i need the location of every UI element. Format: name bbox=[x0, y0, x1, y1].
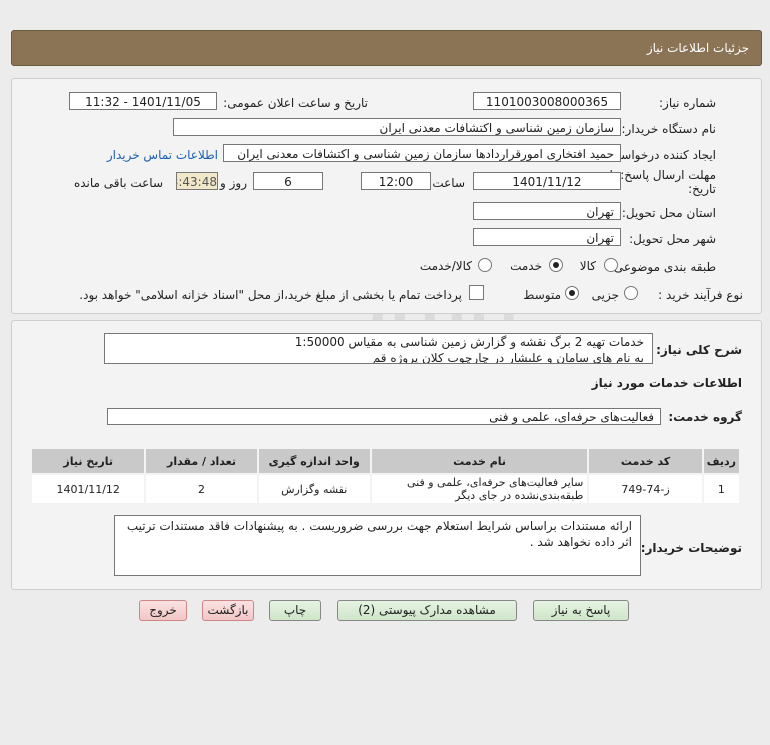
remaining-label: ساعت باقی مانده bbox=[73, 176, 163, 190]
category-radio-goods[interactable] bbox=[604, 258, 618, 272]
attachments-button[interactable]: مشاهده مدارک پیوستی (2) bbox=[337, 600, 517, 621]
back-button[interactable]: بازگشت bbox=[202, 600, 254, 621]
col-service-code: کد خدمت bbox=[587, 447, 704, 475]
cell-need-date: 1401/11/12 bbox=[29, 473, 147, 505]
treasury-checkbox[interactable] bbox=[469, 285, 484, 300]
time-label: ساعت bbox=[432, 176, 465, 190]
col-need-date: تاریخ نیاز bbox=[29, 447, 147, 475]
announce-label: تاریخ و ساعت اعلان عمومی: bbox=[223, 96, 368, 110]
payment-note: پرداخت تمام یا بخشی از مبلغ خرید،از محل … bbox=[79, 288, 462, 302]
col-row: ردیف bbox=[701, 447, 742, 475]
city-label: شهر محل تحویل: bbox=[629, 232, 716, 246]
cell-service-code: ز-74-749 bbox=[587, 473, 704, 505]
summary-text: خدمات تهیه 2 برگ نقشه و گزارش زمین شناسی… bbox=[104, 333, 653, 364]
col-unit: واحد اندازه گیری bbox=[256, 447, 372, 475]
services-info-heading: اطلاعات خدمات مورد نیاز bbox=[591, 376, 742, 390]
table-row: 1 ز-74-749 سایر فعالیت‌های حرفه‌ای، علمی… bbox=[29, 473, 742, 505]
col-quantity: تعداد / مقدار bbox=[144, 447, 259, 475]
process-radio-medium[interactable] bbox=[565, 286, 579, 300]
remaining-timer: 23:43:48 bbox=[176, 172, 218, 190]
cell-row: 1 bbox=[701, 473, 742, 505]
need-info-panel bbox=[11, 78, 762, 314]
buyer-field: سازمان زمین شناسی و اکتشافات معدنی ایران bbox=[173, 118, 621, 136]
province-label: استان محل تحویل: bbox=[621, 206, 716, 220]
category-label: طبقه بندی موضوعی: bbox=[609, 260, 716, 274]
cell-service-name: سایر فعالیت‌های حرفه‌ای، علمی و فنی طبقه… bbox=[369, 473, 590, 505]
print-button[interactable]: چاپ bbox=[269, 600, 321, 621]
category-option-service: خدمت bbox=[510, 259, 542, 273]
contact-buyer-link[interactable]: اطلاعات تماس خریدار bbox=[107, 148, 218, 162]
buyer-notes-text: ارائه مستندات براساس شرایط استعلام جهت ب… bbox=[114, 515, 641, 576]
summary-line-2: به نام های سامان و علیشار در چارچوب کلان… bbox=[372, 351, 644, 364]
page-title: جزئیات اطلاعات نیاز bbox=[646, 41, 749, 55]
services-table: ردیف کد خدمت نام خدمت واحد اندازه گیری ت… bbox=[29, 447, 742, 505]
table-header-row: ردیف کد خدمت نام خدمت واحد اندازه گیری ت… bbox=[29, 447, 742, 475]
process-option-minor: جزیی bbox=[591, 288, 619, 302]
deadline-date-field: 1401/11/12 bbox=[473, 172, 621, 190]
category-radio-service[interactable] bbox=[549, 258, 563, 272]
days-field: 6 bbox=[253, 172, 323, 190]
category-option-goods: کالا bbox=[579, 259, 596, 273]
summary-line-1: خدمات تهیه 2 برگ نقشه و گزارش زمین شناسی… bbox=[294, 335, 644, 349]
days-label: روز و bbox=[220, 176, 247, 190]
page-header: جزئیات اطلاعات نیاز bbox=[11, 30, 762, 66]
creator-field: حمید افتخاری امورقراردادها سازمان زمین ش… bbox=[223, 144, 621, 162]
service-group-field: فعالیت‌های حرفه‌ای، علمی و فنی bbox=[107, 408, 661, 425]
deadline-time-field: 12:00 bbox=[361, 172, 431, 190]
buyer-notes-label: توضیحات خریدار: bbox=[640, 541, 742, 555]
creator-label: ایجاد کننده درخواست: bbox=[605, 148, 716, 162]
announce-field: 1401/11/05 - 11:32 bbox=[69, 92, 217, 110]
deadline-label-date: تاریخ: bbox=[688, 182, 716, 196]
category-radio-goods-service[interactable] bbox=[478, 258, 492, 272]
cell-unit: نقشه وگزارش bbox=[256, 473, 372, 505]
cell-quantity: 2 bbox=[144, 473, 259, 505]
process-radio-minor[interactable] bbox=[624, 286, 638, 300]
process-option-medium: متوسط bbox=[523, 288, 561, 302]
reply-button[interactable]: پاسخ به نیاز bbox=[533, 600, 629, 621]
service-group-label: گروه خدمت: bbox=[668, 410, 742, 424]
exit-button[interactable]: خروج bbox=[139, 600, 187, 621]
need-number-field: 1101003008000365 bbox=[473, 92, 621, 110]
summary-label: شرح کلی نیاز: bbox=[656, 343, 742, 357]
category-option-goods-service: کالا/خدمت bbox=[419, 259, 472, 273]
deadline-label: مهلت ارسال پاسخ: تا bbox=[609, 168, 716, 182]
buyer-label: نام دستگاه خریدار: bbox=[621, 122, 717, 136]
city-field: تهران bbox=[473, 228, 621, 246]
col-service-name: نام خدمت bbox=[369, 447, 590, 475]
province-field: تهران bbox=[473, 202, 621, 220]
process-label: نوع فرآیند خرید : bbox=[658, 288, 743, 302]
need-number-label: شماره نیاز: bbox=[659, 96, 716, 110]
